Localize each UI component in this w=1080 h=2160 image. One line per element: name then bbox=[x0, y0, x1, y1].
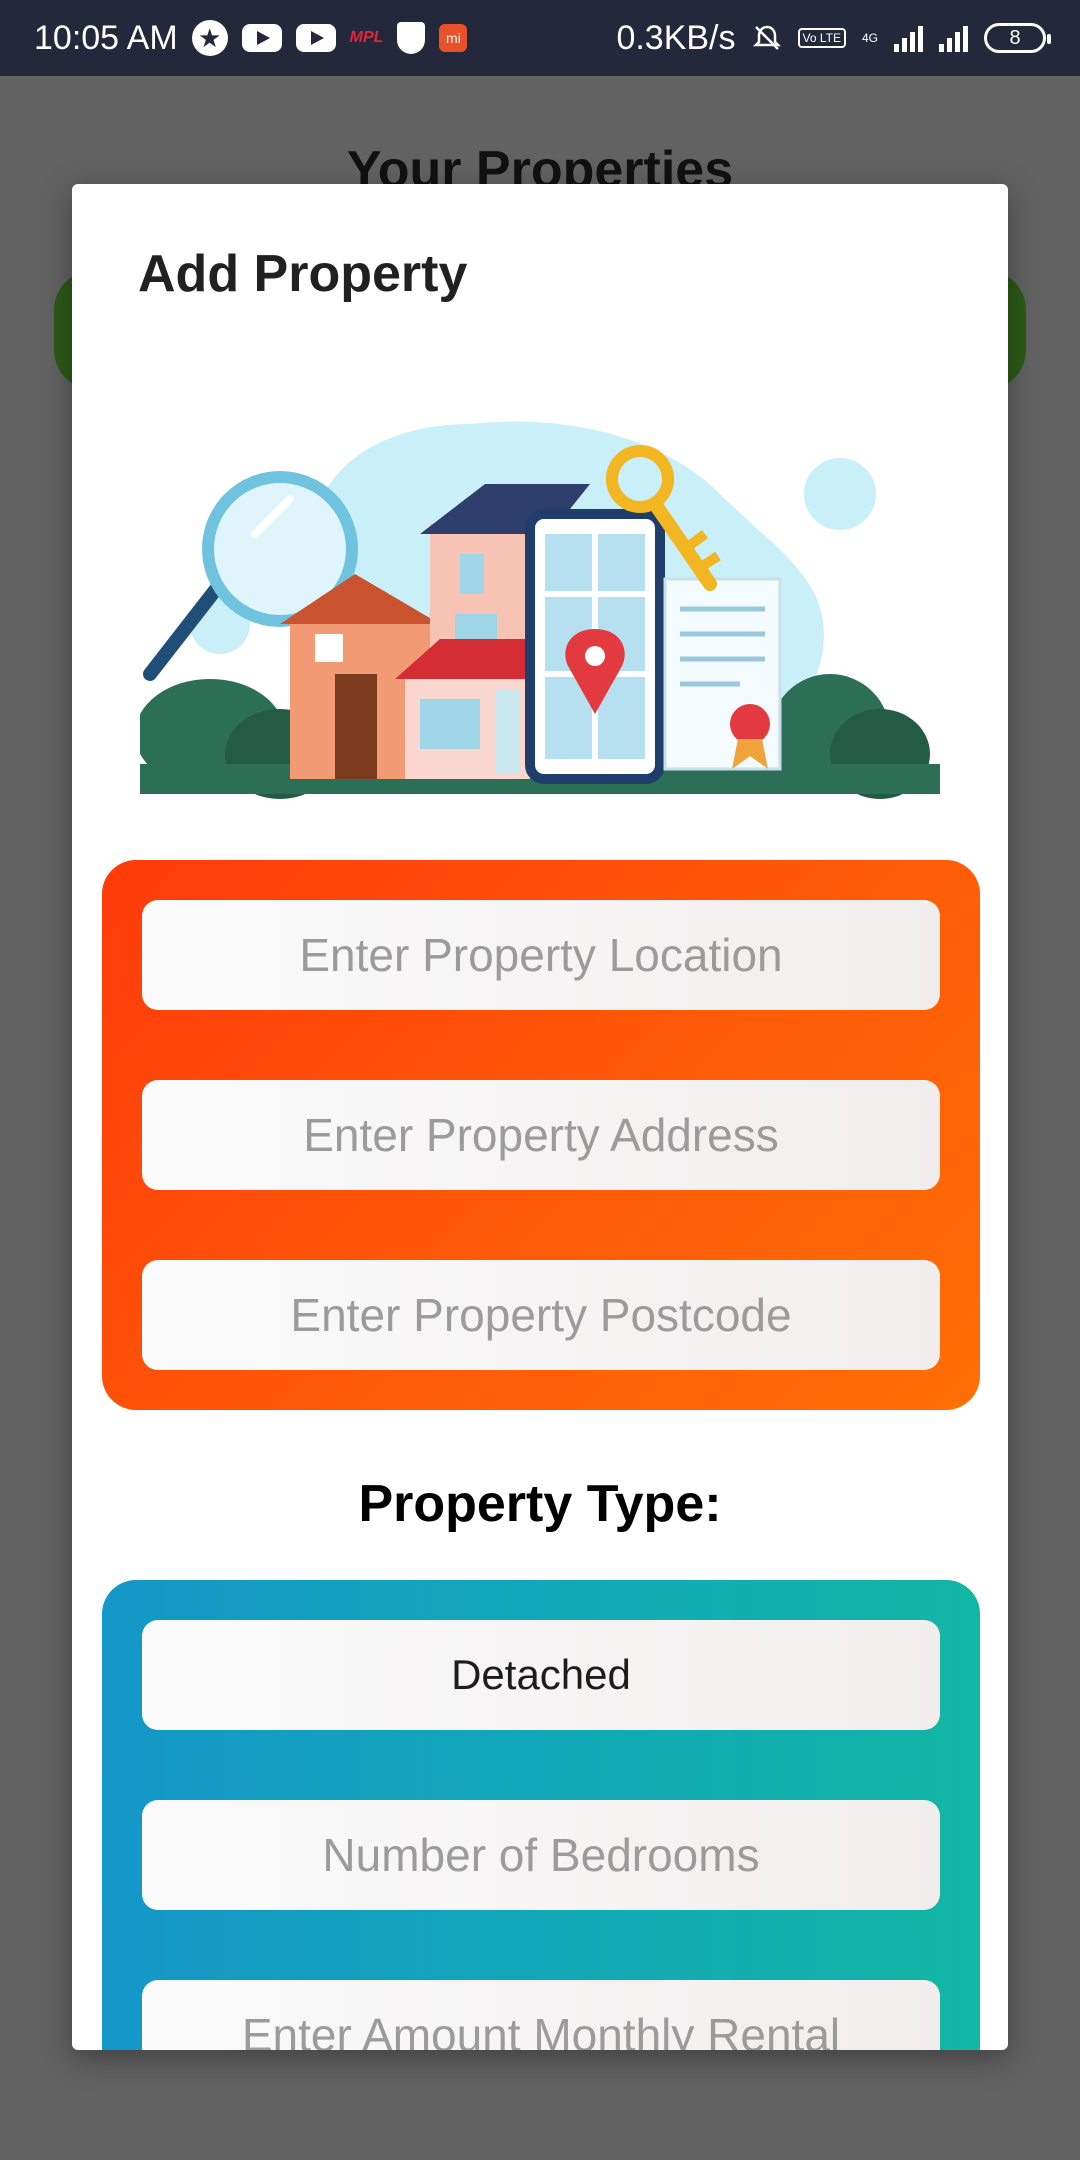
signal-icon bbox=[894, 24, 923, 52]
property-location-input[interactable]: Enter Property Location bbox=[142, 900, 940, 1010]
mi-icon: mi bbox=[439, 24, 468, 52]
shield-icon bbox=[397, 22, 426, 54]
network-type-icon: 4G bbox=[862, 32, 878, 44]
bedrooms-input[interactable]: Number of Bedrooms bbox=[142, 1800, 940, 1910]
battery-icon: 8 bbox=[984, 23, 1051, 53]
signal-icon-2 bbox=[939, 24, 968, 52]
volte-icon: Vo LTE bbox=[797, 28, 846, 48]
network-type-label: 4G bbox=[861, 31, 878, 45]
youtube-icon-2 bbox=[295, 24, 336, 52]
youtube-icon bbox=[241, 24, 282, 52]
location-form-panel: Enter Property Location Enter Property A… bbox=[102, 860, 980, 1410]
property-postcode-input[interactable]: Enter Property Postcode bbox=[142, 1260, 940, 1370]
bell-muted-icon bbox=[752, 23, 782, 53]
monthly-rental-input[interactable]: Enter Amount Monthly Rental bbox=[142, 1980, 940, 2050]
add-property-dialog: Add Property Enter Property Location Ent… bbox=[72, 184, 1008, 2050]
status-bar: 10:05 AM ★ MPL mi 0.3KB/s Vo LTE 4G 8 bbox=[0, 0, 1080, 76]
dialog-title: Add Property bbox=[138, 245, 468, 303]
property-address-input[interactable]: Enter Property Address bbox=[142, 1080, 940, 1190]
battery-level: 8 bbox=[1009, 26, 1021, 49]
property-type-select[interactable]: Detached bbox=[142, 1620, 940, 1730]
star-icon: ★ bbox=[191, 20, 228, 56]
mpl-icon: MPL bbox=[349, 29, 384, 46]
details-form-panel: Detached Number of Bedrooms Enter Amount… bbox=[102, 1580, 980, 2050]
property-type-label: Property Type: bbox=[358, 1475, 722, 1533]
status-time: 10:05 AM bbox=[34, 18, 178, 57]
network-speed: 0.3KB/s bbox=[616, 18, 736, 57]
property-search-illustration bbox=[140, 421, 940, 799]
